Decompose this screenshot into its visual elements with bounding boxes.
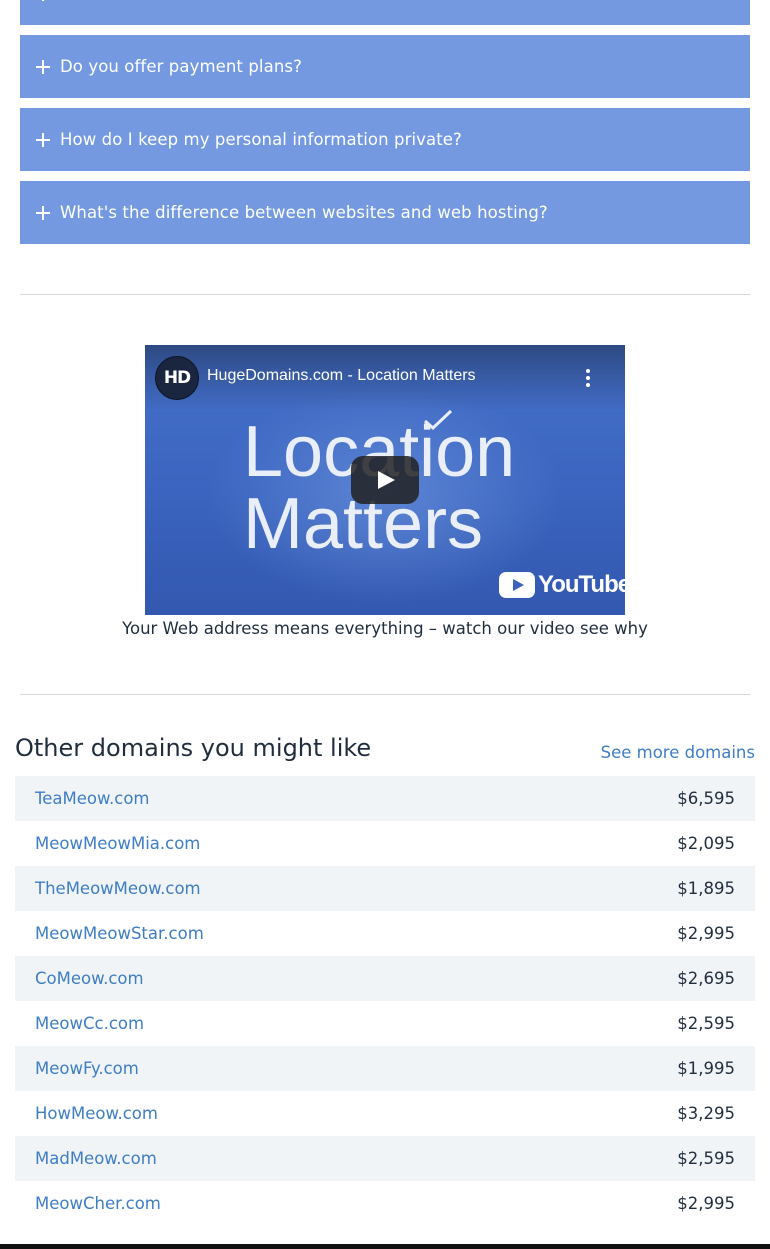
video-player[interactable]: HD HugeDomains.com - Location Matters Lo…	[145, 345, 625, 615]
video-caption: Your Web address means everything – watc…	[122, 619, 648, 638]
see-more-domains-link[interactable]: See more domains	[601, 743, 755, 762]
plus-icon	[36, 132, 50, 147]
youtube-logo[interactable]: YouTube	[499, 571, 625, 599]
play-icon[interactable]	[351, 456, 419, 504]
domain-row: MadMeow.com $2,595	[15, 1136, 755, 1181]
youtube-wordmark: YouTube	[538, 571, 625, 598]
domain-row: MeowCher.com $2,995	[15, 1181, 755, 1226]
domain-price: $6,595	[677, 789, 735, 808]
domain-price: $3,295	[677, 1104, 735, 1123]
domain-price: $1,895	[677, 879, 735, 898]
faq-question: How do I keep my personal information pr…	[60, 130, 462, 149]
faq-question: Do you offer payment plans?	[60, 57, 302, 76]
checkmark-icon	[424, 409, 453, 431]
page: Do you offer payment plans? How do I kee…	[0, 0, 770, 1249]
domain-row: MeowFy.com $1,995	[15, 1046, 755, 1091]
domain-price: $2,995	[677, 1194, 735, 1213]
more-vert-icon[interactable]	[585, 369, 591, 387]
section-title: Other domains you might like	[15, 734, 372, 762]
domain-row: MeowMeowMia.com $2,095	[15, 821, 755, 866]
domain-link[interactable]: MeowMeowStar.com	[35, 924, 204, 943]
faq-item-websites-vs-hosting[interactable]: What's the difference between websites a…	[20, 181, 750, 244]
domain-price: $2,695	[677, 969, 735, 988]
domain-price: $2,995	[677, 924, 735, 943]
faq-item-privacy[interactable]: How do I keep my personal information pr…	[20, 108, 750, 171]
domain-price: $2,595	[677, 1149, 735, 1168]
domain-link[interactable]: MeowMeowMia.com	[35, 834, 200, 853]
channel-avatar[interactable]: HD	[155, 356, 199, 400]
plus-icon	[36, 205, 50, 220]
domain-link[interactable]: MeowFy.com	[35, 1059, 139, 1078]
domain-row: TheMeowMeow.com $1,895	[15, 866, 755, 911]
divider	[20, 694, 750, 695]
domain-row: HowMeow.com $3,295	[15, 1091, 755, 1136]
domain-link[interactable]: MadMeow.com	[35, 1149, 157, 1168]
domain-link[interactable]: CoMeow.com	[35, 969, 144, 988]
video-title[interactable]: HugeDomains.com - Location Matters	[207, 367, 476, 385]
domain-row: MeowCc.com $2,595	[15, 1001, 755, 1046]
faq-item-payment-plans[interactable]: Do you offer payment plans?	[20, 35, 750, 98]
divider	[20, 294, 750, 295]
faq-question: What's the difference between websites a…	[60, 203, 548, 222]
domain-row: CoMeow.com $2,695	[15, 956, 755, 1001]
domain-list: TeaMeow.com $6,595 MeowMeowMia.com $2,09…	[15, 776, 755, 1226]
plus-icon	[36, 59, 50, 74]
domain-link[interactable]: TeaMeow.com	[35, 789, 150, 808]
faq-item-collapsed[interactable]	[20, 0, 750, 25]
domain-price: $2,095	[677, 834, 735, 853]
domain-link[interactable]: MeowCc.com	[35, 1014, 144, 1033]
domain-row: TeaMeow.com $6,595	[15, 776, 755, 821]
domain-row: MeowMeowStar.com $2,995	[15, 911, 755, 956]
domain-link[interactable]: HowMeow.com	[35, 1104, 158, 1123]
plus-icon	[36, 0, 50, 1]
youtube-icon	[499, 572, 535, 598]
domain-link[interactable]: MeowCher.com	[35, 1194, 161, 1213]
domain-link[interactable]: TheMeowMeow.com	[35, 879, 201, 898]
domain-price: $1,995	[677, 1059, 735, 1078]
footer-edge	[0, 1244, 770, 1249]
domain-price: $2,595	[677, 1014, 735, 1033]
